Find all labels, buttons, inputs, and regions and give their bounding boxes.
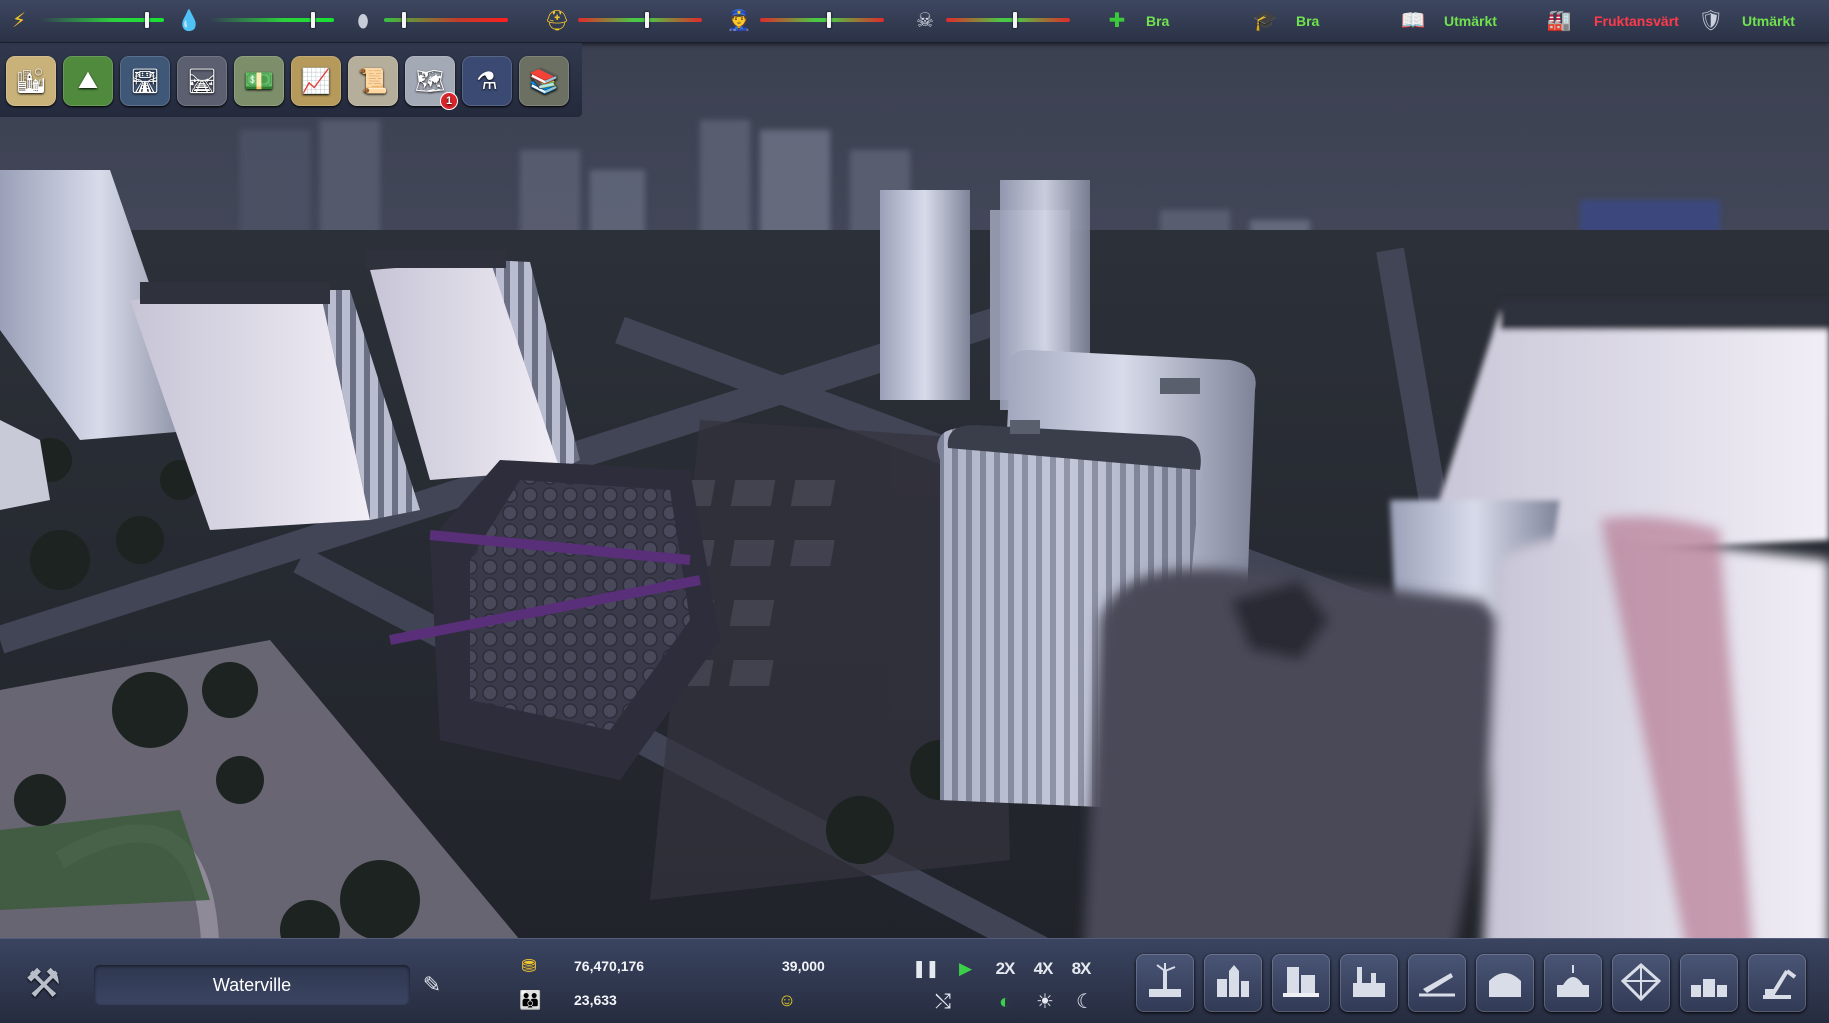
road-tool[interactable]: 🛣	[120, 56, 170, 106]
night-button[interactable]: ☾	[1070, 989, 1100, 1015]
safety-rating-label: Utmärkt	[1742, 13, 1795, 29]
water-level-knob	[311, 12, 315, 28]
health-cross-icon: ✚	[1108, 10, 1126, 32]
build-services-button[interactable]	[1476, 954, 1534, 1012]
decoration-icon	[1691, 979, 1727, 997]
power-level-knob	[145, 12, 149, 28]
crime-icon: ☠	[916, 10, 934, 32]
build-bulldoze-button[interactable]	[1748, 954, 1806, 1012]
education-icon: 🎓	[1252, 10, 1278, 32]
build-residential-button[interactable]	[1204, 954, 1262, 1012]
sewage-meter[interactable]: ⬮	[350, 0, 510, 42]
speed-8x-button[interactable]: 8X	[1066, 957, 1096, 981]
lightning-icon: ⚡	[11, 10, 27, 32]
city-name: Waterville	[212, 974, 292, 995]
power-meter[interactable]: ⚡	[6, 0, 166, 42]
play-button[interactable]: ▶	[952, 957, 978, 981]
crane-icon	[1763, 969, 1797, 999]
fire-level-bar	[578, 18, 702, 22]
rail-icon: 🛤	[186, 67, 218, 95]
services-icon	[1489, 973, 1521, 997]
main-menu-button[interactable]: ⚒	[16, 959, 70, 1009]
power-plant-icon	[1149, 963, 1181, 997]
crime-level-bar	[946, 18, 1070, 22]
water-meter[interactable]: 💧	[176, 0, 336, 42]
books-icon: 📚	[529, 67, 559, 95]
tools-cross-icon: ⚒	[25, 962, 61, 1006]
statistics-tool[interactable]: 📈	[291, 56, 341, 106]
info-views-tool[interactable]: 🗺 1	[405, 56, 457, 109]
build-transport-button[interactable]	[1408, 954, 1466, 1012]
police-level-knob	[827, 12, 831, 28]
city-buildings-icon: 🏙	[15, 67, 47, 95]
factory-pollution-icon: 🏭	[1546, 10, 1572, 32]
notification-badge: 1	[441, 93, 457, 109]
industry-icon	[1353, 967, 1385, 997]
city-3d-view[interactable]	[0, 0, 1829, 1022]
zoning-tool[interactable]: 🏙	[6, 56, 56, 106]
crime-level-knob	[1013, 12, 1017, 28]
landscape-tool[interactable]: ⛰	[63, 56, 113, 106]
culture-rating-label: Utmärkt	[1444, 13, 1497, 29]
firefighter-icon: ⛑	[544, 10, 570, 32]
shuffle-button[interactable]: ⤭	[928, 989, 958, 1015]
build-industry-button[interactable]	[1340, 954, 1398, 1012]
government-icon	[1557, 965, 1589, 997]
population-value: 23,633	[574, 992, 617, 1008]
edit-pencil-icon: ✎	[422, 972, 442, 997]
airport-icon	[1419, 973, 1455, 997]
residential-icon	[1217, 965, 1249, 997]
build-government-button[interactable]	[1544, 954, 1602, 1012]
day-button[interactable]: ☀	[1030, 989, 1060, 1015]
document-icon: 📜	[358, 67, 388, 95]
policies-tool[interactable]: 📜	[348, 56, 398, 106]
water-level-bar	[210, 18, 334, 22]
build-decoration-button[interactable]	[1680, 954, 1738, 1012]
library-tool[interactable]: 📚	[519, 56, 569, 106]
money-value: 76,470,176	[574, 958, 645, 974]
police-level-bar	[760, 18, 884, 22]
tool-palette: 🏙 ⛰ 🛣 🛤 💵 📈 📜 🗺 1 ⚗ 📚	[0, 43, 582, 117]
road-icon: 🛣	[129, 67, 161, 95]
police-icon: 👮	[726, 10, 752, 32]
commercial-icon	[1283, 967, 1319, 997]
speed-2x-button[interactable]: 2X	[990, 957, 1020, 981]
coins-icon: ⛃	[521, 956, 537, 976]
water-drop-icon: 💧	[176, 10, 202, 32]
fire-level-knob	[645, 12, 649, 28]
education-rating-label: Bra	[1296, 13, 1320, 29]
sewage-level-knob	[402, 12, 406, 28]
bottom-bar: ⚒ Waterville ✎ ⛃ 76,470,176 👪 23,633 39,…	[0, 938, 1829, 1023]
graph-icon: 📈	[301, 67, 331, 95]
police-meter[interactable]: 👮	[726, 0, 886, 42]
budget-tool[interactable]: 💵	[234, 56, 284, 106]
shield-icon: 🛡	[1698, 10, 1724, 32]
waste-bag-icon: ⬮	[357, 11, 369, 31]
rename-city-button[interactable]: ✎	[417, 970, 447, 1000]
city-name-field[interactable]: Waterville	[94, 965, 410, 1005]
rail-tool[interactable]: 🛤	[177, 56, 227, 106]
build-commercial-button[interactable]	[1272, 954, 1330, 1012]
crime-meter[interactable]: ☠	[912, 0, 1072, 42]
research-tool[interactable]: ⚗	[462, 56, 512, 106]
income-value: 39,000	[782, 958, 825, 974]
pause-button[interactable]: ❚❚	[912, 957, 940, 981]
terrain-icon: ⛰	[77, 67, 99, 94]
flask-icon: ⚗	[476, 67, 498, 95]
status-bar: ⚡ 💧 ⬮ ⛑ 👮 ☠ ✚ Bra 🎓 Bra 📖 Utmärkt 🏭 Fruk…	[0, 0, 1829, 43]
speed-4x-button[interactable]: 4X	[1028, 957, 1058, 981]
pollution-rating-label: Fruktansvärt	[1594, 13, 1679, 29]
health-rating-label: Bra	[1146, 13, 1170, 29]
build-landmark-button[interactable]	[1612, 954, 1670, 1012]
book-icon: 📖	[1400, 10, 1426, 32]
money-icon: 💵	[244, 67, 274, 95]
day-night-cycle-button[interactable]: ◐	[990, 989, 1020, 1015]
fire-meter[interactable]: ⛑	[544, 0, 704, 42]
landmark-icon	[1621, 963, 1661, 1002]
build-power-button[interactable]	[1136, 954, 1194, 1012]
happiness-smiley-icon: ☺	[777, 990, 797, 1010]
population-icon: 👪	[519, 990, 541, 1010]
info-map-icon: 🗺	[414, 67, 446, 95]
